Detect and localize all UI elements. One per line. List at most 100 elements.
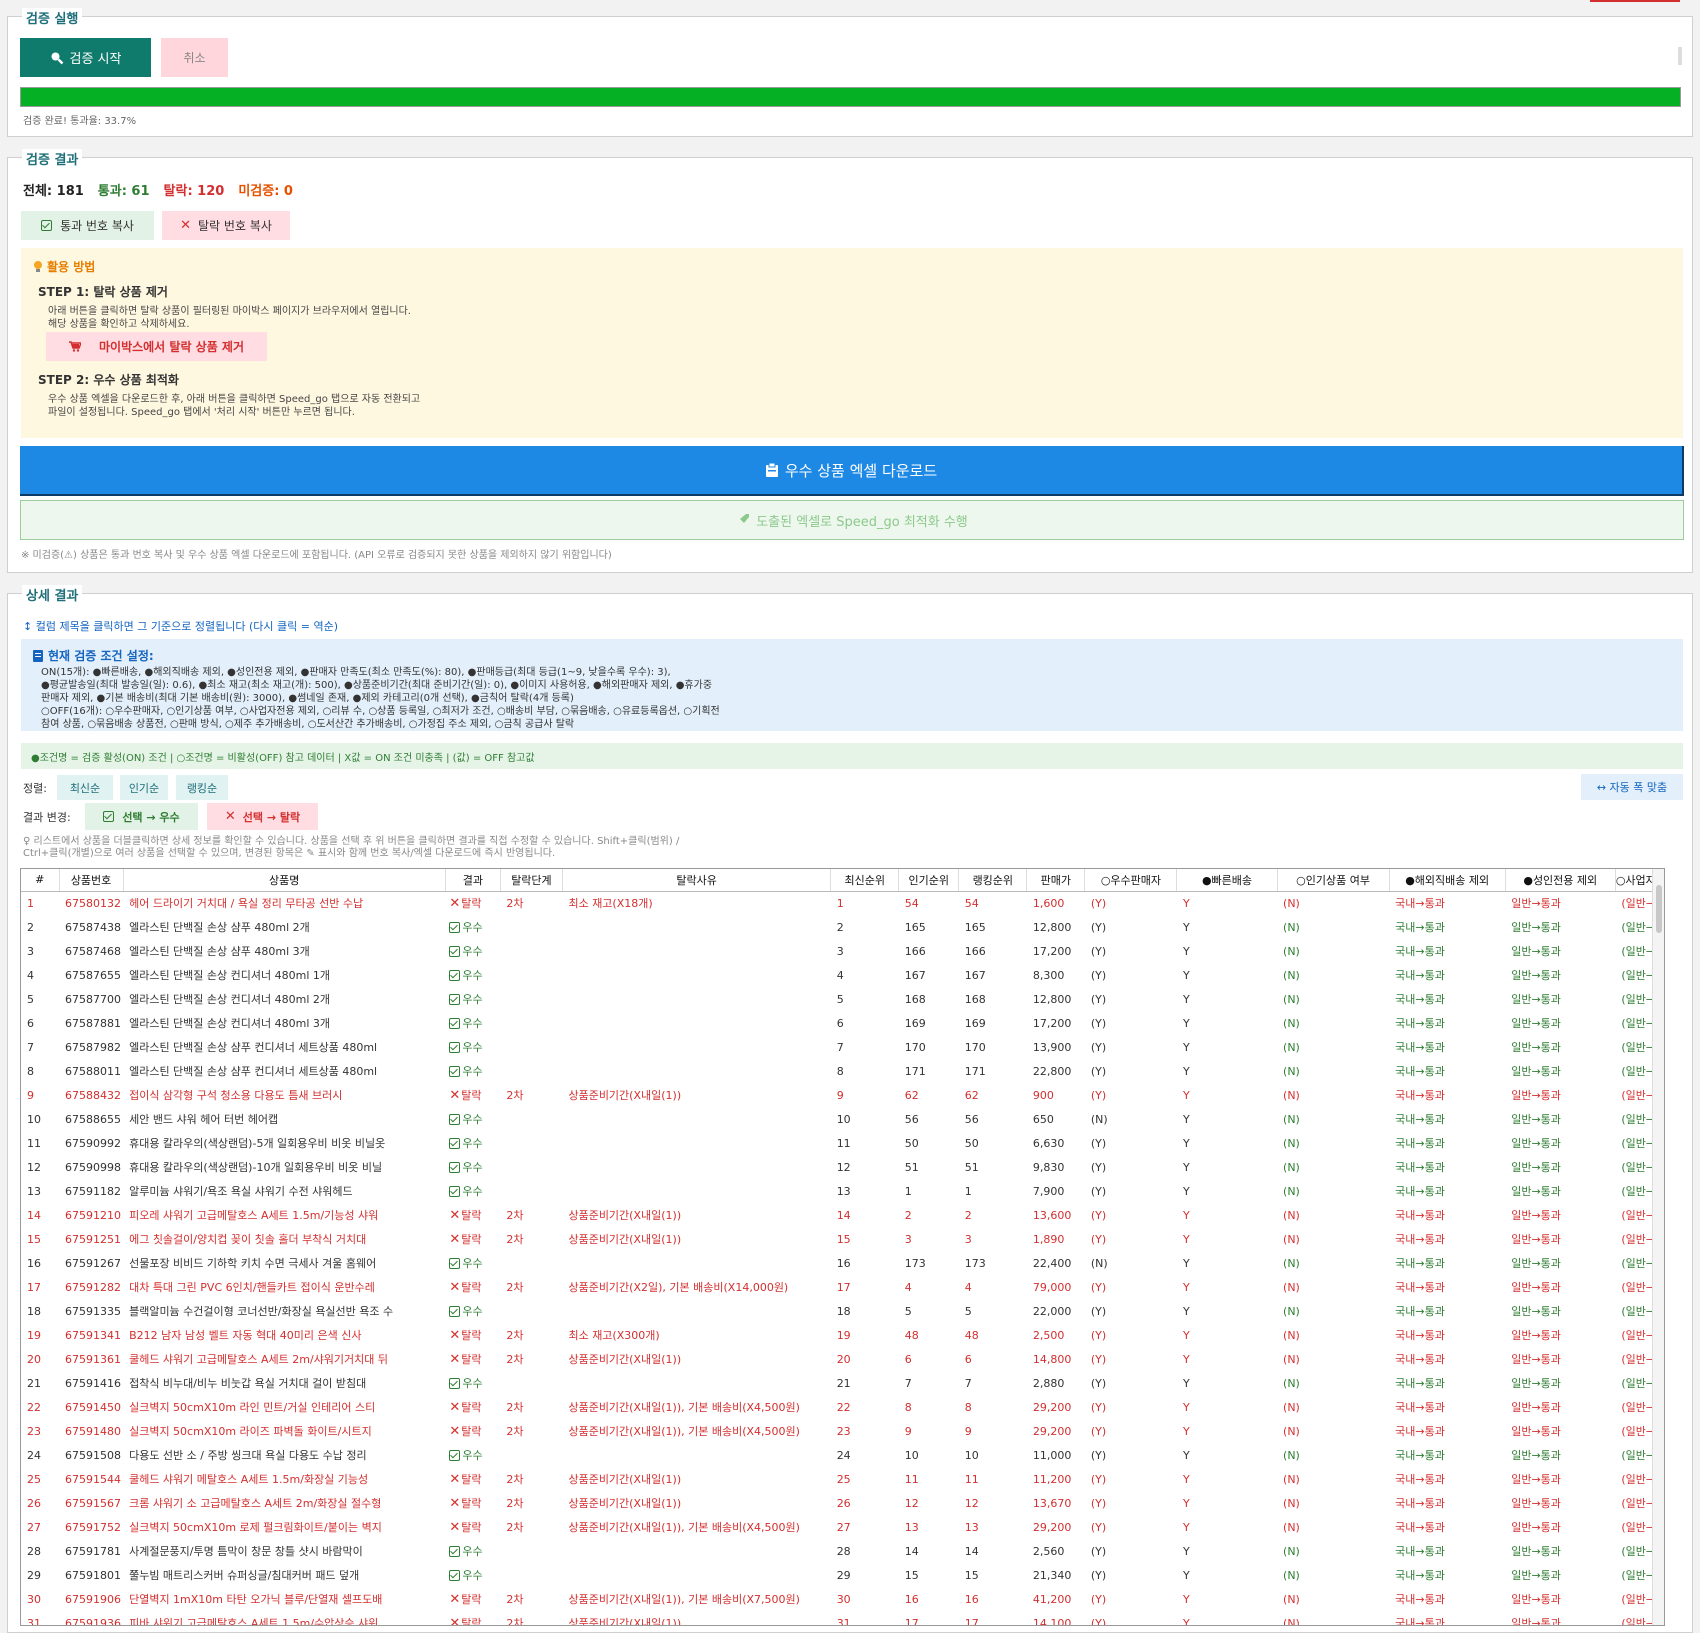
table-row[interactable]: 2 67587438 엘라스틴 단백질 손상 샴푸 480ml 2개 우수 2 165 16… [21, 915, 1663, 939]
table-cell: (N) [1283, 1544, 1300, 1558]
set-pass-button[interactable]: 선택 → 우수 [85, 803, 198, 830]
table-row[interactable]: 25 67591544 쿨헤드 샤워기 메탈호스 A세트 1.5m/화장실 기능성 ✕… [21, 1467, 1663, 1491]
column-header[interactable]: 판매가 [1026, 869, 1086, 892]
autofit-button[interactable]: ↔ 자동 폭 맞춤 [1581, 774, 1683, 800]
table-cell: 일반→통과 [1511, 1545, 1561, 1558]
table-row[interactable]: 10 67588655 세안 밴드 샤워 헤어 터번 헤어캡 우수 10 56 56 650 (… [21, 1107, 1663, 1131]
table-row[interactable]: 30 67591906 단열벽지 1mX10m 타탄 오가닉 블루/단열재 셀프도배… [21, 1587, 1663, 1611]
column-header[interactable]: ●해외직배송 제외 [1389, 869, 1506, 892]
table-row[interactable]: 9 67588432 접이식 삼각형 구석 청소용 다용도 틈새 브러시 ✕탈락 2차 상… [21, 1083, 1663, 1107]
column-header[interactable]: # [21, 869, 60, 892]
result-cell: 우수 [445, 1539, 500, 1563]
column-header[interactable]: 상품번호 [59, 869, 124, 892]
table-row[interactable]: 23 67591480 실크벽지 50cmX10m 라이즈 파벽돌 화이트/시트지 ✕… [21, 1419, 1663, 1443]
table-row[interactable]: 24 67591508 다용도 선반 소 / 주방 씽크대 욕실 다용도 수납 정리… [21, 1443, 1663, 1467]
table-row[interactable]: 15 67591251 에그 칫솔걸이/양치컵 꽂이 칫솔 홀더 부착식 거치대 ✕탈… [21, 1227, 1663, 1251]
column-header[interactable]: ○인기상품 여부 [1277, 869, 1390, 892]
set-fail-button[interactable]: ✕ 선택 → 탈락 [207, 803, 318, 830]
table-row[interactable]: 13 67591182 알루미늄 샤워기/욕조 욕실 샤워기 수전 샤워헤드 우수 13… [21, 1179, 1663, 1203]
table-cell: 50 [964, 1136, 979, 1150]
table-row[interactable]: 1 67580132 헤어 드라이기 거치대 / 욕실 정리 무타공 선반 수납 ✕탈… [21, 891, 1663, 915]
column-header[interactable]: ●빠른배송 [1176, 869, 1278, 892]
result-label: 우수 [462, 1065, 483, 1078]
table-cell: (N) [1283, 1376, 1300, 1390]
table-row[interactable]: 6 67587881 엘라스틴 단백질 손상 컨디셔너 480ml 3개 우수 6 169… [21, 1011, 1663, 1035]
table-cell: 상품준비기간(X내일(1)) [568, 1209, 682, 1222]
table-cell: 일반→통과 [1511, 1353, 1561, 1366]
download-excel-label: 우수 상품 엑셀 다운로드 [784, 461, 938, 480]
table-row[interactable]: 31 67591936 피바 샤워기 고급메탈호스 A세트 1.5m/수압상승 샤워… [21, 1611, 1663, 1626]
table-row[interactable]: 3 67587468 엘라스틴 단백질 손상 샴푸 480ml 3개 우수 3 166 16… [21, 939, 1663, 963]
table-cell: 170 [964, 1040, 986, 1054]
result-label: 탈락 [461, 1617, 482, 1626]
table-row[interactable]: 17 67591282 대차 특대 그린 PVC 6인치/핸들카트 접이식 운반수레… [21, 1275, 1663, 1299]
table-row[interactable]: 5 67587700 엘라스틴 단백질 손상 컨디셔너 480ml 2개 우수 5 168… [21, 987, 1663, 1011]
result-label: 탈락 [461, 897, 482, 911]
table-cell: 상품준비기간(X내일(1)), 기본 배송비(X7,500원) [568, 1593, 800, 1606]
copy-fail-button[interactable]: ✕ 탈락 번호 복사 [162, 211, 290, 240]
table-row[interactable]: 7 67587982 엘라스틴 단백질 손상 샴푸 컨디셔너 세트상품 480ml 우… [21, 1035, 1663, 1059]
scrollbar-thumb[interactable] [1656, 885, 1662, 933]
table-cell: 크롬 샤워기 소 고급메탈호스 A세트 2m/화장실 절수형 [129, 1497, 382, 1510]
mybox-remove-button[interactable]: 마이박스에서 탈락 상품 제거 [46, 332, 267, 361]
results-table[interactable]: # 상품번호 상품명 결과 탈락단계 탈락사유 최신순위 인기순위 랭킹순위 판매가 ○우수판매자 ●… [20, 868, 1665, 1626]
start-verify-button[interactable]: 검증 시작 [20, 38, 151, 77]
checkbox-icon [449, 1138, 461, 1149]
table-row[interactable]: 4 67587655 엘라스틴 단백질 손상 컨디셔너 480ml 1개 우수 4 167… [21, 963, 1663, 987]
table-cell: 67591251 [65, 1232, 122, 1246]
sort-latest-button[interactable]: 최신순 [57, 775, 113, 800]
column-header[interactable]: 랭킹순위 [958, 869, 1028, 892]
table-cell: 쭐누빔 매트리스커버 슈퍼싱글/침대커버 패드 덮개 [129, 1569, 360, 1582]
table-row[interactable]: 19 67591341 B212 남자 남성 벨트 자동 혁대 40미리 은색 신사… [21, 1323, 1663, 1347]
table-row[interactable]: 22 67591450 실크벽지 50cmX10m 라인 민트/거실 인테리어 스티… [21, 1395, 1663, 1419]
sort-popular-button[interactable]: 인기순 [120, 775, 168, 800]
table-row[interactable]: 8 67588011 엘라스틴 단백질 손상 샴푸 컨디셔너 세트상품 480ml 우… [21, 1059, 1663, 1083]
column-header[interactable]: 인기순위 [898, 869, 960, 892]
table-cell: Y [1182, 1448, 1190, 1462]
table-row[interactable]: 29 67591801 쭐누빔 매트리스커버 슈퍼싱글/침대커버 패드 덮개 우수 29… [21, 1563, 1663, 1587]
copy-pass-button[interactable]: 통과 번호 복사 [21, 211, 154, 240]
vertical-scrollbar[interactable] [1652, 869, 1664, 1625]
table-row[interactable]: 18 67591335 블랙알미늄 수건걸이형 코너선반/화장실 욕실선반 욕조 수… [21, 1299, 1663, 1323]
table-cell: 9,830 [1032, 1160, 1065, 1174]
table-row[interactable]: 26 67591567 크롬 샤워기 소 고급메탈호스 A세트 2m/화장실 절수형… [21, 1491, 1663, 1515]
table-row[interactable]: 16 67591267 선물포장 비비드 기하학 키치 수면 극세사 겨울 홈웨어 우… [21, 1251, 1663, 1275]
table-cell: Y [1182, 1064, 1190, 1078]
result-cell: 우수 [445, 1563, 500, 1587]
cross-icon: ✕ [449, 1352, 461, 1367]
table-row[interactable]: 14 67591210 피오레 샤워기 고급메탈호스 A세트 1.5m/기능성 샤워… [21, 1203, 1663, 1227]
download-excel-button[interactable]: 우수 상품 엑셀 다운로드 [20, 446, 1684, 496]
tip-line1: 리스트에서 상품을 더블클릭하면 상세 정보를 확인할 수 있습니다. 상품을 … [33, 836, 680, 847]
column-header[interactable]: 탈락단계 [500, 869, 563, 892]
table-cell [562, 963, 830, 987]
table-row[interactable]: 27 67591752 실크벽지 50cmX10m 로제 펄크림화이트/붙이는 벽지… [21, 1515, 1663, 1539]
table-row[interactable]: 12 67590998 휴대용 칼라우의(색상랜덤)-10개 일회용우비 비옷 비닐… [21, 1155, 1663, 1179]
table-row[interactable]: 20 67591361 쿨헤드 샤워기 고급메탈호스 A세트 2m/샤워기거치대 뒤… [21, 1347, 1663, 1371]
cross-icon: ✕ [449, 1520, 461, 1535]
sort-ranking-button[interactable]: 랭킹순 [176, 775, 228, 800]
cancel-button[interactable]: 취소 [161, 38, 228, 77]
column-header[interactable]: 상품명 [123, 869, 446, 892]
column-header[interactable]: 결과 [445, 869, 501, 892]
table-cell: (N) [1283, 1136, 1300, 1150]
column-header[interactable]: 탈락사유 [562, 869, 832, 892]
column-header[interactable]: ●성인전용 제외 [1505, 869, 1616, 892]
condition-line: ON(15개): ●빠른배송, ●해외직배송 제외, ●성인전용 제외, ●판매… [41, 667, 671, 678]
table-cell: (N) [1283, 968, 1300, 982]
table-cell: 26 [27, 1496, 41, 1510]
table-row[interactable]: 11 67590992 휴대용 칼라우의(색상랜덤)-5개 일회용우비 비옷 비닐옷… [21, 1131, 1663, 1155]
sort-popular-label: 인기순 [128, 781, 160, 795]
table-cell: (N) [1283, 896, 1300, 910]
table-row[interactable]: 21 67591416 접착식 비누대/비누 비눗갑 욕실 거치대 걸이 받침대 우수… [21, 1371, 1663, 1395]
column-header[interactable]: 최신순위 [830, 869, 900, 892]
table-cell: 최소 재고(X300개) [568, 1329, 660, 1342]
result-label: 우수 [462, 1113, 483, 1126]
table-cell [562, 987, 830, 1011]
table-cell: Y [1182, 1256, 1190, 1270]
table-cell: 2,500 [1032, 1328, 1065, 1342]
table-cell: 67591781 [65, 1544, 122, 1558]
column-header[interactable]: ○우수판매자 [1084, 869, 1178, 892]
table-cell: Y [1182, 1112, 1190, 1126]
speedgo-optimize-button[interactable]: 도출된 엑셀로 Speed_go 최적화 수행 [20, 500, 1684, 540]
table-row[interactable]: 28 67591781 사계절문풍지/투명 틈막이 창문 창틀 샷시 바람막이 우수 2… [21, 1539, 1663, 1563]
